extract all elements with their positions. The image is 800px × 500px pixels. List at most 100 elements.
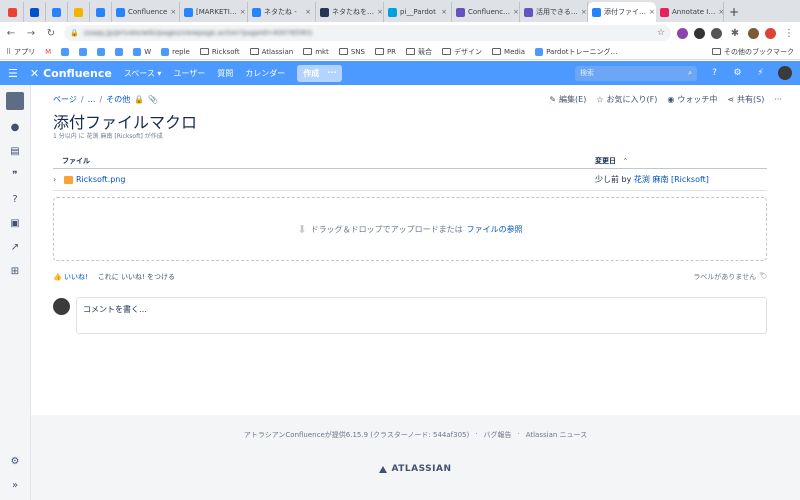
close-tab-icon[interactable]: × [581, 8, 587, 16]
expand-row-icon[interactable]: › [53, 175, 61, 184]
app-switcher-icon[interactable]: ☰ [8, 67, 18, 80]
browser-tab[interactable]: 活用できる… × [520, 2, 588, 22]
address-bar[interactable]: 🔒 zzaqq.jp/private/wiki/pages/viewpage.a… [64, 25, 671, 41]
browser-tab[interactable] [24, 2, 46, 22]
browse-files-link[interactable]: ファイルの参照 [467, 224, 523, 235]
browser-tab[interactable]: ネタたね - × [248, 2, 316, 22]
create-more-button[interactable]: ··· [327, 68, 336, 79]
new-tab-button[interactable]: + [724, 2, 744, 22]
search-input[interactable]: 検索 ⌕ [575, 65, 697, 81]
restriction-lock-icon[interactable]: 🔒 [134, 95, 144, 104]
user-avatar[interactable] [778, 66, 792, 80]
breadcrumb-item[interactable]: その他 [106, 94, 130, 105]
people-icon[interactable]: ● [8, 120, 22, 134]
browser-tab[interactable]: [MARKETI… × [180, 2, 248, 22]
bookmark-item[interactable] [61, 47, 70, 56]
hierarchy-icon[interactable]: ⊞ [8, 264, 22, 278]
space-logo[interactable] [6, 92, 24, 110]
bookmark-item[interactable]: 競合 [406, 47, 432, 57]
reload-icon[interactable]: ↻ [44, 28, 58, 39]
attachment-link[interactable]: Ricksoft.png [76, 175, 125, 184]
create-button[interactable]: 作成 ··· [297, 64, 343, 82]
browser-tab[interactable]: Confluence × [112, 2, 180, 22]
browser-menu-icon[interactable]: ⋮ [782, 28, 796, 39]
browser-tab[interactable]: Confluenc… × [452, 2, 520, 22]
extension-icon[interactable] [694, 27, 705, 39]
bug-report-link[interactable]: バグ報告 [483, 430, 511, 440]
bookmark-item[interactable]: PR [374, 48, 396, 56]
browser-tab[interactable]: pi__Pardot × [384, 2, 452, 22]
like-button[interactable]: 👍 いいね! [53, 272, 88, 282]
share-button[interactable]: ⋖ 共有(S) [727, 94, 764, 105]
more-actions-button[interactable]: ··· [774, 94, 782, 105]
calendar-icon[interactable]: ▣ [8, 216, 22, 230]
column-header-file[interactable]: ファイル [53, 156, 595, 166]
comment-input[interactable]: コメントを書く… [76, 297, 767, 334]
nav-spaces[interactable]: スペース ▾ [124, 68, 162, 79]
close-tab-icon[interactable]: × [513, 8, 519, 16]
browser-tab[interactable] [68, 2, 90, 22]
nav-questions[interactable]: 質問 [217, 68, 233, 79]
bookmark-item[interactable]: ⠿ アプリ [6, 47, 35, 57]
shortcut-icon[interactable]: ↗ [8, 240, 22, 254]
attachment-clip-icon[interactable]: 📎 [148, 95, 158, 104]
browser-tab[interactable] [2, 2, 24, 22]
questions-icon[interactable]: ? [8, 192, 22, 206]
bookmark-item[interactable]: W [133, 47, 151, 56]
forward-icon[interactable]: → [24, 28, 38, 39]
breadcrumb-item[interactable]: ページ [53, 94, 77, 105]
atlassian-news-link[interactable]: Atlassian ニュース [526, 430, 587, 440]
column-header-modified[interactable]: 変更日 ⌃ [595, 156, 767, 166]
puzzle-icon[interactable]: ✱ [728, 28, 742, 39]
close-tab-icon[interactable]: × [377, 8, 383, 16]
nav-people[interactable]: ユーザー [173, 68, 205, 79]
modified-user-link[interactable]: 花渕 麻南 [Ricksoft] [634, 175, 709, 184]
bookmark-item[interactable]: reple [161, 47, 190, 56]
extension-icon[interactable] [677, 27, 688, 39]
other-bookmarks[interactable]: その他のブックマーク [712, 47, 794, 57]
bookmark-item[interactable]: SNS [338, 48, 365, 56]
bookmark-item[interactable]: Ricksoft [199, 48, 240, 56]
bookmark-item[interactable]: Atlassian [249, 48, 293, 56]
bookmark-item[interactable] [79, 47, 88, 56]
blog-icon[interactable]: ❞ [8, 168, 22, 182]
browser-tab[interactable] [46, 2, 68, 22]
confluence-logo[interactable]: ✕ Confluence [30, 67, 112, 80]
browser-tab[interactable]: 添付ファイ… × [588, 2, 656, 22]
browser-tab[interactable] [90, 2, 112, 22]
bookmark-item[interactable]: Pardotトレーニング… [535, 47, 617, 57]
breadcrumb-item[interactable]: … [88, 95, 96, 104]
space-settings-icon[interactable]: ⚙ [8, 454, 22, 468]
close-tab-icon[interactable]: × [170, 8, 176, 16]
settings-icon[interactable]: ⚙ [732, 68, 743, 78]
extension-icon[interactable] [765, 27, 776, 39]
close-tab-icon[interactable]: × [240, 8, 246, 16]
close-tab-icon[interactable]: × [441, 8, 447, 16]
close-tab-icon[interactable]: × [649, 8, 655, 16]
favorite-button[interactable]: ☆ お気に入り(F) [596, 94, 657, 105]
bookmark-item[interactable] [115, 47, 124, 56]
bookmark-item[interactable]: mkt [303, 48, 329, 56]
bookmark-item[interactable]: Media [492, 48, 525, 56]
profile-avatar[interactable] [748, 27, 759, 39]
bookmark-star-icon[interactable]: ☆ [657, 28, 665, 38]
atlassian-logo[interactable]: ATLASSIAN [379, 464, 451, 474]
browser-tab[interactable]: ネタたねを… × [316, 2, 384, 22]
watch-button[interactable]: ◉ ウォッチ中 [667, 94, 717, 105]
bookmark-label: Media [504, 47, 526, 56]
back-icon[interactable]: ← [4, 28, 18, 39]
label-tag-icon[interactable]: 🏷 [759, 272, 768, 282]
browser-tab[interactable]: Annotate I… × [656, 2, 724, 22]
pages-icon[interactable]: ▤ [8, 144, 22, 158]
upload-dropzone[interactable]: ⬇ ドラッグ＆ドロップでアップロードまたは ファイルの参照 [53, 197, 767, 261]
bookmark-item[interactable]: M [45, 48, 51, 56]
help-icon[interactable]: ? [709, 68, 720, 78]
expand-sidebar-icon[interactable]: » [8, 478, 22, 492]
bookmark-item[interactable]: デザイン [442, 47, 482, 57]
edit-button[interactable]: ✎ 編集(E) [549, 94, 586, 105]
extension-icon[interactable] [711, 27, 722, 39]
nav-calendar[interactable]: カレンダー [245, 68, 285, 79]
close-tab-icon[interactable]: × [305, 8, 311, 16]
bookmark-item[interactable] [97, 47, 106, 56]
notifications-icon[interactable]: ⚡ [755, 68, 766, 78]
